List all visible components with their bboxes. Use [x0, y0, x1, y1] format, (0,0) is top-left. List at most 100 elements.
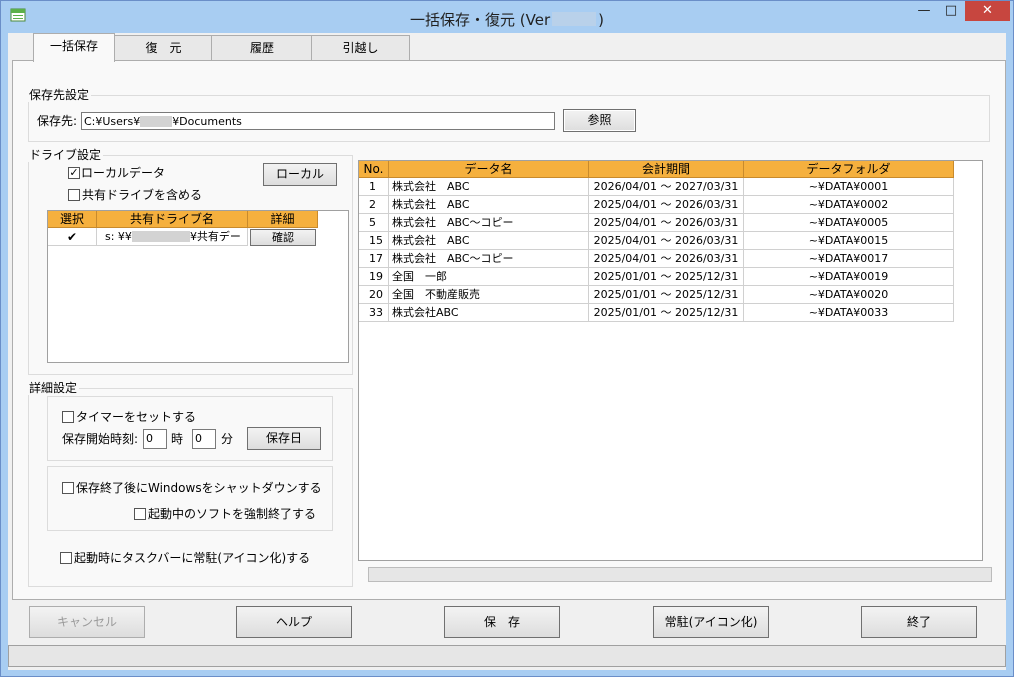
browse-button-label: 参照: [587, 113, 612, 127]
drive-name-prefix: s: ¥¥: [105, 230, 132, 243]
table-row-cell-period[interactable]: 2025/04/01 ～ 2026/03/31: [589, 250, 744, 268]
grid-header-detail[interactable]: 詳細: [248, 211, 318, 228]
column-header-data-name[interactable]: データ名: [389, 161, 589, 178]
table-row-cell-folder[interactable]: ~¥DATA¥0033: [744, 304, 954, 322]
table-row-cell-no[interactable]: 1: [359, 178, 389, 196]
local-data-checkbox[interactable]: ✓: [68, 167, 80, 179]
table-row-cell-period[interactable]: 2025/01/01 ～ 2025/12/31: [589, 268, 744, 286]
table-row-cell-data-name[interactable]: 株式会社 ABC～コピー: [389, 250, 589, 268]
table-row-cell-data-name[interactable]: 全国 一郎: [389, 268, 589, 286]
save-path-suffix: ¥Documents: [172, 115, 242, 128]
table-row-drive-name: s: ¥¥ ¥共有デー: [97, 228, 248, 246]
shutdown-label: 保存終了後にWindowsをシャットダウンする: [76, 481, 322, 495]
tab-migration[interactable]: 引越し: [311, 35, 410, 61]
tab-label: 履歴: [249, 41, 274, 55]
table-row-cell-data-name[interactable]: 株式会社 ABC: [389, 232, 589, 250]
resident-label: 常駐(アイコン化): [664, 615, 758, 629]
table-row-cell-no[interactable]: 19: [359, 268, 389, 286]
timer-checkbox[interactable]: [62, 411, 74, 423]
group-title: 保存先設定: [27, 88, 92, 102]
minute-input[interactable]: 0: [192, 429, 216, 449]
minimize-button[interactable]: —: [911, 1, 937, 21]
table-row-cell-period[interactable]: 2025/04/01 ～ 2026/03/31: [589, 214, 744, 232]
save-day-button[interactable]: 保存日: [247, 427, 321, 450]
exit-button[interactable]: 終了: [861, 606, 977, 638]
table-row-cell-no[interactable]: 2: [359, 196, 389, 214]
table-row-cell-period[interactable]: 2026/04/01 ～ 2027/03/31: [589, 178, 744, 196]
browse-button[interactable]: 参照: [563, 109, 636, 132]
hour-input[interactable]: 0: [143, 429, 167, 449]
column-header-no[interactable]: No.: [359, 161, 389, 178]
table-row-cell-folder[interactable]: ~¥DATA¥0002: [744, 196, 954, 214]
window-title-prefix: 一括保存・復元 (Ver: [410, 11, 551, 29]
hour-unit-label: 時: [171, 432, 184, 446]
include-shared-label: 共有ドライブを含める: [82, 188, 203, 202]
grid-header-select[interactable]: 選択: [48, 211, 97, 228]
window-title-suffix: ): [598, 11, 604, 29]
tab-label: 一括保存: [49, 39, 98, 53]
table-row-cell-data-name[interactable]: 株式会社 ABC: [389, 178, 589, 196]
resident-button[interactable]: 常駐(アイコン化): [653, 606, 769, 638]
tab-restore[interactable]: 復 元: [114, 35, 213, 61]
table-row-cell-period[interactable]: 2025/04/01 ～ 2026/03/31: [589, 196, 744, 214]
tab-history[interactable]: 履歴: [211, 35, 313, 61]
drive-path-redacted: [131, 231, 190, 242]
table-row-cell-no[interactable]: 17: [359, 250, 389, 268]
table-row-cell-period[interactable]: 2025/01/01 ～ 2025/12/31: [589, 286, 744, 304]
table-row-cell-folder[interactable]: ~¥DATA¥0005: [744, 214, 954, 232]
data-list-grid[interactable]: No. データ名 会計期間 データフォルダ 1 株式会社 ABC 2026/04/0…: [358, 160, 983, 561]
progress-bar: [368, 567, 992, 582]
column-header-folder[interactable]: データフォルダ: [744, 161, 954, 178]
detail-confirm-button[interactable]: 確認: [250, 229, 316, 246]
table-row-cell-period[interactable]: 2025/01/01 ～ 2025/12/31: [589, 304, 744, 322]
grid-header-drive-name[interactable]: 共有ドライブ名: [97, 211, 248, 228]
timer-label: タイマーをセットする: [76, 410, 197, 424]
drive-name-suffix: ¥共有デー: [189, 230, 241, 243]
table-row-cell-folder[interactable]: ~¥DATA¥0001: [744, 178, 954, 196]
save-path-input[interactable]: C:¥Users¥ ¥Documents: [81, 112, 555, 130]
shutdown-checkbox[interactable]: [62, 482, 74, 494]
save-path-prefix: C:¥Users¥: [84, 115, 141, 128]
tab-bulk-save[interactable]: 一括保存: [33, 33, 115, 62]
table-row-cell-folder[interactable]: ~¥DATA¥0015: [744, 232, 954, 250]
table-row-cell-data-name[interactable]: 株式会社 ABC: [389, 196, 589, 214]
tray-checkbox[interactable]: [60, 552, 72, 564]
column-header-period[interactable]: 会計期間: [589, 161, 744, 178]
save-day-label: 保存日: [265, 431, 302, 445]
tray-label: 起動時にタスクバーに常駐(アイコン化)する: [74, 551, 311, 565]
help-label: ヘルプ: [275, 615, 312, 629]
table-row-cell-no[interactable]: 33: [359, 304, 389, 322]
force-quit-label: 起動中のソフトを強制終了する: [148, 507, 317, 521]
exit-label: 終了: [906, 615, 931, 629]
table-row-cell-data-name[interactable]: 株式会社ABC: [389, 304, 589, 322]
title-bar[interactable]: 一括保存・復元 (Ver) — □ ✕: [1, 1, 1013, 33]
table-row-select-cell[interactable]: ✔: [48, 228, 97, 246]
table-row-cell-no[interactable]: 5: [359, 214, 389, 232]
cancel-button[interactable]: キャンセル: [29, 606, 145, 638]
table-row-cell-folder[interactable]: ~¥DATA¥0020: [744, 286, 954, 304]
maximize-button[interactable]: □: [938, 1, 964, 21]
help-button[interactable]: ヘルプ: [236, 606, 352, 638]
minimize-icon: —: [917, 3, 931, 18]
table-row-cell-data-name[interactable]: 株式会社 ABC～コピー: [389, 214, 589, 232]
local-data-label: ローカルデータ: [81, 166, 166, 180]
window-title: 一括保存・復元 (Ver): [1, 9, 1013, 30]
force-quit-checkbox[interactable]: [134, 508, 146, 520]
cancel-label: キャンセル: [56, 615, 117, 629]
close-button[interactable]: ✕: [965, 1, 1010, 21]
table-row-cell-folder[interactable]: ~¥DATA¥0019: [744, 268, 954, 286]
local-button[interactable]: ローカル: [263, 163, 337, 186]
table-row-cell-no[interactable]: 15: [359, 232, 389, 250]
save-path-label: 保存先:: [37, 114, 78, 128]
table-row-cell-no[interactable]: 20: [359, 286, 389, 304]
group-title: ドライブ設定: [27, 148, 104, 162]
table-row-cell-period[interactable]: 2025/04/01 ～ 2026/03/31: [589, 232, 744, 250]
include-shared-checkbox[interactable]: [68, 189, 80, 201]
table-row-cell-folder[interactable]: ~¥DATA¥0017: [744, 250, 954, 268]
save-button[interactable]: 保 存: [444, 606, 560, 638]
shared-drive-grid[interactable]: 選択 共有ドライブ名 詳細 ✔ s: ¥¥ ¥共有デー 確認: [47, 210, 349, 363]
tab-label: 引越し: [342, 41, 379, 55]
maximize-icon: □: [944, 3, 958, 18]
version-redacted: [552, 12, 597, 26]
table-row-cell-data-name[interactable]: 全国 不動産販売: [389, 286, 589, 304]
